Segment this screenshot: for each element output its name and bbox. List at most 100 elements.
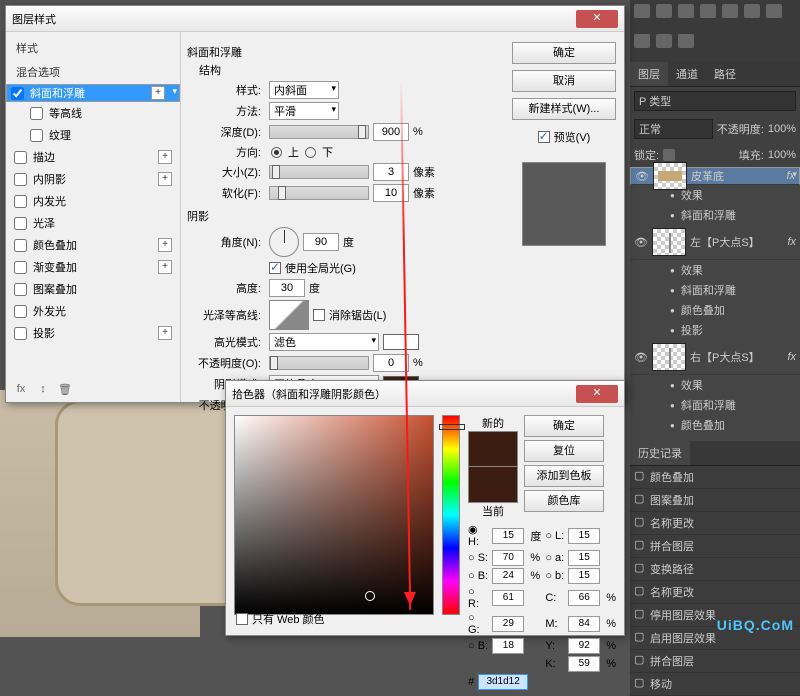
g-input[interactable]: 29 [492, 616, 524, 632]
tool-icon[interactable] [634, 4, 650, 18]
fx-header[interactable]: 效果 [630, 375, 800, 395]
style-item[interactable]: 纹理 [6, 124, 180, 146]
antialias-checkbox[interactable] [313, 309, 325, 321]
history-item[interactable]: 图案叠加 [630, 489, 800, 512]
visibility-icon[interactable]: 👁 [634, 236, 648, 249]
angle-dial[interactable] [269, 227, 299, 257]
style-checkbox[interactable] [14, 173, 27, 186]
add-icon[interactable]: + [158, 172, 172, 186]
highlight-color-swatch[interactable] [383, 334, 419, 350]
layer-row[interactable]: 👁左【P大点S】fx [630, 225, 800, 260]
current-color-swatch[interactable] [468, 467, 518, 503]
history-item[interactable]: 名称更改 [630, 512, 800, 535]
add-icon[interactable]: + [158, 260, 172, 274]
tool-icon[interactable] [678, 4, 694, 18]
layer-row[interactable]: 👁皮革底fx [630, 167, 800, 185]
tool-icon[interactable] [656, 34, 672, 48]
style-item[interactable]: 外发光 [6, 300, 180, 322]
style-item[interactable]: 内阴影+ [6, 168, 180, 190]
color-field[interactable] [234, 415, 434, 615]
fx-item[interactable]: 颜色叠加 [630, 300, 800, 320]
tool-icon[interactable] [634, 34, 650, 48]
add-icon[interactable]: + [158, 150, 172, 164]
altitude-input[interactable]: 30 [269, 279, 305, 297]
style-item[interactable]: 颜色叠加+ [6, 234, 180, 256]
fx-item[interactable]: 投影 [630, 320, 800, 340]
visibility-icon[interactable]: 👁 [635, 170, 649, 183]
size-slider[interactable] [269, 165, 369, 179]
history-item[interactable]: 变换路径 [630, 558, 800, 581]
c-input[interactable]: 66 [568, 590, 600, 606]
angle-input[interactable]: 90 [303, 233, 339, 251]
close-icon[interactable]: ✕ [576, 10, 618, 28]
style-checkbox[interactable] [14, 239, 27, 252]
style-item[interactable]: 投影+ [6, 322, 180, 344]
k-input[interactable]: 59 [568, 656, 600, 672]
arrow-up-icon[interactable]: ↕ [34, 383, 52, 396]
add-swatch-button[interactable]: 添加到色板 [524, 465, 604, 487]
fx-item[interactable]: 斜面和浮雕 [630, 205, 800, 225]
layer-name[interactable]: 左【P大点S】 [690, 234, 760, 250]
bval-input[interactable]: 24 [492, 568, 524, 584]
depth-input[interactable]: 900 [373, 123, 409, 141]
b2-input[interactable]: 15 [568, 568, 600, 584]
y-input[interactable]: 92 [568, 638, 600, 654]
style-checkbox[interactable] [14, 283, 27, 296]
blend-mode-select[interactable]: 正常 [634, 119, 713, 139]
m-input[interactable]: 84 [568, 616, 600, 632]
style-select[interactable]: 内斜面 [269, 81, 339, 99]
style-item[interactable]: 图案叠加 [6, 278, 180, 300]
technique-select[interactable]: 平滑 [269, 102, 339, 120]
style-item[interactable]: 描边+ [6, 146, 180, 168]
add-icon[interactable]: + [158, 238, 172, 252]
r-input[interactable]: 61 [492, 590, 524, 606]
tool-icon[interactable] [656, 4, 672, 18]
fx-item[interactable]: 斜面和浮雕 [630, 395, 800, 415]
tool-icon[interactable] [766, 4, 782, 18]
gloss-contour[interactable] [269, 300, 309, 330]
visibility-icon[interactable]: 👁 [634, 351, 648, 364]
style-item[interactable]: 等高线 [6, 102, 180, 124]
tool-icon[interactable] [700, 4, 716, 18]
tab-channels[interactable]: 通道 [668, 62, 706, 86]
history-item[interactable]: 颜色叠加 [630, 466, 800, 489]
color-libraries-button[interactable]: 颜色库 [524, 490, 604, 512]
layer-name[interactable]: 右【P大点S】 [690, 349, 760, 365]
highlight-opacity-slider[interactable] [269, 356, 369, 370]
depth-slider[interactable] [269, 125, 369, 139]
hex-input[interactable]: 3d1d12 [478, 674, 528, 690]
direction-down-radio[interactable] [305, 147, 316, 158]
style-checkbox[interactable] [11, 87, 24, 100]
fx-item[interactable]: 颜色叠加 [630, 415, 800, 435]
layer-name[interactable]: 皮革底 [691, 168, 724, 184]
style-checkbox[interactable] [14, 261, 27, 274]
history-item[interactable]: 拼合图层 [630, 535, 800, 558]
style-checkbox[interactable] [30, 129, 43, 142]
tool-icon[interactable] [744, 4, 760, 18]
a-input[interactable]: 15 [568, 550, 600, 566]
trash-icon[interactable]: 🗑 [56, 383, 74, 396]
tab-layers[interactable]: 图层 [630, 62, 668, 86]
tool-icon[interactable] [722, 4, 738, 18]
tool-icon[interactable] [678, 34, 694, 48]
layer-row[interactable]: 👁右【P大点S】fx [630, 340, 800, 375]
add-icon[interactable]: + [151, 86, 165, 100]
blend-options-header[interactable]: 混合选项 [6, 60, 180, 84]
styles-header[interactable]: 样式 [6, 36, 180, 60]
style-checkbox[interactable] [14, 195, 27, 208]
dialog-titlebar[interactable]: 图层样式 ✕ [6, 6, 624, 32]
preview-checkbox[interactable] [538, 131, 550, 143]
tab-paths[interactable]: 路径 [706, 62, 744, 86]
style-checkbox[interactable] [14, 305, 27, 318]
picker-cancel-button[interactable]: 复位 [524, 440, 604, 462]
layer-filter[interactable]: P 类型 [634, 91, 796, 111]
fx-item[interactable]: 斜面和浮雕 [630, 280, 800, 300]
hue-slider[interactable] [442, 415, 460, 615]
soften-slider[interactable] [269, 186, 369, 200]
global-light-checkbox[interactable] [269, 262, 281, 274]
direction-up-radio[interactable] [271, 147, 282, 158]
style-checkbox[interactable] [14, 327, 27, 340]
h-input[interactable]: 15 [492, 528, 524, 544]
tab-history[interactable]: 历史记录 [630, 441, 690, 465]
fill-value[interactable]: 100% [768, 149, 796, 161]
